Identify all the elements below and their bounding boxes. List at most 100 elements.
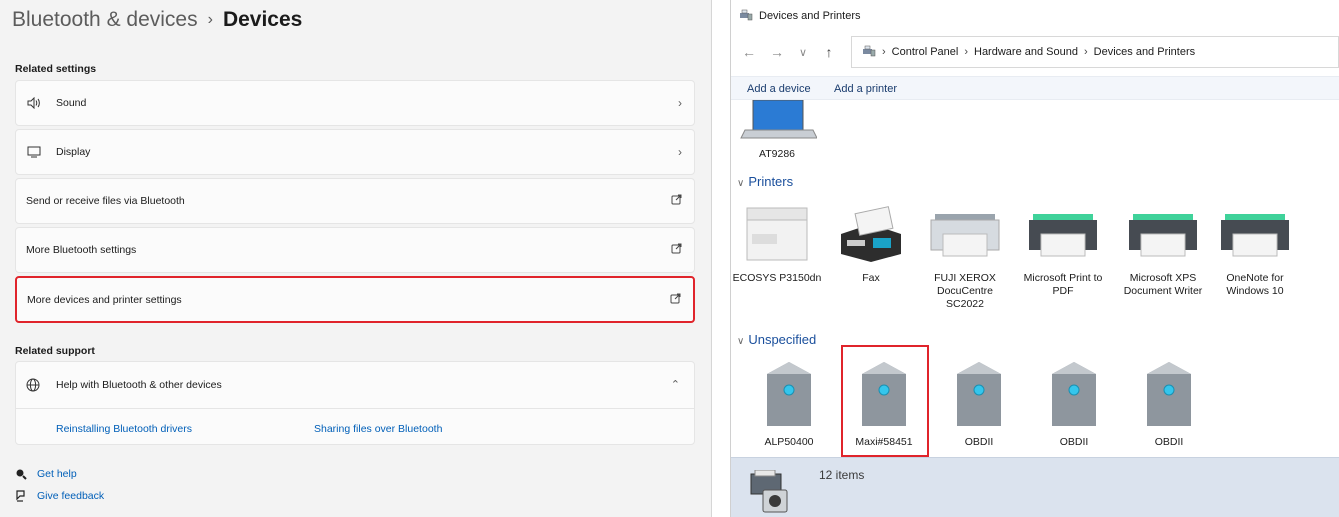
laser-printer-icon — [737, 200, 817, 264]
recent-locations-button[interactable]: ∨ — [791, 46, 815, 59]
window-title: Devices and Printers — [759, 10, 861, 22]
breadcrumb: Bluetooth & devices › Devices — [12, 8, 302, 32]
printer-label: Fax — [862, 272, 880, 284]
laptop-icon — [737, 100, 817, 140]
printer-icon — [1215, 200, 1295, 264]
printer-item[interactable]: OneNote for Windows 10 — [1209, 200, 1301, 298]
settings-panel: Bluetooth & devices › Devices Related sett… — [0, 0, 712, 517]
printer-label: OneNote for Windows 10 — [1226, 272, 1284, 297]
send-receive-bluetooth-setting[interactable]: Send or receive files via Bluetooth — [15, 178, 695, 224]
title-bar: Devices and Printers — [731, 0, 1339, 32]
printer-item[interactable]: FUJI XEROX DocuCentre SC2022 — [919, 200, 1011, 311]
printer-item[interactable]: Microsoft Print to PDF — [1013, 200, 1113, 298]
devices-printers-icon — [739, 9, 753, 24]
breadcrumb-parent[interactable]: Bluetooth & devices — [12, 8, 198, 31]
printer-label: Microsoft XPS Document Writer — [1123, 272, 1203, 297]
unspecified-group-header[interactable]: ∨ Unspecified — [737, 332, 816, 347]
printer-icon — [925, 200, 1005, 264]
chevron-up-icon[interactable]: ⌃ — [671, 378, 680, 391]
forward-button[interactable]: → — [765, 44, 789, 60]
sound-setting[interactable]: Sound › — [15, 80, 695, 126]
printers-heading: Printers — [748, 174, 794, 189]
device-label: AT9286 — [759, 148, 795, 160]
control-panel-icon — [862, 45, 876, 60]
chevron-right-icon: › — [678, 145, 682, 159]
get-help-label: Get help — [37, 468, 77, 480]
related-settings-heading: Related settings — [15, 63, 97, 75]
add-printer-button[interactable]: Add a printer — [834, 83, 897, 95]
devices-printers-window: Devices and Printers ← → ∨ ↑ › Control P… — [730, 0, 1339, 517]
device-label: OBDII — [964, 436, 994, 448]
generic-device-icon — [1129, 360, 1209, 428]
printer-icon — [1023, 200, 1103, 264]
reinstalling-drivers-link[interactable]: Reinstalling Bluetooth drivers — [56, 423, 192, 435]
address-separator: › — [964, 46, 968, 58]
sound-label: Sound — [56, 97, 87, 109]
camera-printer-icon — [747, 469, 791, 517]
help-person-icon — [15, 468, 31, 480]
device-label: ALP50400 — [764, 436, 814, 448]
address-separator: › — [882, 46, 886, 58]
unspecified-device-item[interactable]: ALP50400 — [743, 360, 835, 449]
generic-device-icon — [1034, 360, 1114, 428]
unspecified-heading: Unspecified — [748, 332, 817, 347]
feedback-icon — [15, 490, 31, 502]
external-link-icon — [671, 243, 682, 257]
help-bluetooth-expander: Help with Bluetooth & other devices ⌃ Re… — [15, 361, 695, 445]
help-bluetooth-header[interactable]: Help with Bluetooth & other devices ⌃ — [16, 362, 694, 409]
up-button[interactable]: ↑ — [817, 44, 841, 60]
more-devices-printer-label: More devices and printer settings — [27, 293, 182, 306]
address-devices-printers[interactable]: Devices and Printers — [1094, 46, 1196, 58]
device-label: OBDII — [1059, 436, 1089, 448]
back-button[interactable]: ← — [737, 44, 761, 60]
globe-icon — [26, 378, 42, 392]
printer-item[interactable]: Microsoft XPS Document Writer — [1113, 200, 1213, 298]
fax-icon — [831, 200, 911, 264]
display-setting[interactable]: Display › — [15, 129, 695, 175]
printer-item[interactable]: Fax — [825, 200, 917, 285]
address-separator: › — [1083, 46, 1088, 58]
navigation-bar: ← → ∨ ↑ › Control Panel › Hardware and S… — [731, 32, 1339, 72]
send-receive-label: Send or receive files via Bluetooth — [26, 195, 185, 207]
give-feedback-label: Give feedback — [37, 490, 105, 502]
external-link-icon — [670, 293, 681, 307]
get-help-link[interactable]: Get help — [15, 468, 77, 480]
more-bluetooth-setting[interactable]: More Bluetooth settings — [15, 227, 695, 273]
give-feedback-link[interactable]: Give feedback — [15, 490, 104, 502]
address-hardware-sound[interactable]: Hardware and Sound — [974, 46, 1078, 58]
printer-label: FUJI XEROX DocuCentre SC2022 — [934, 272, 996, 310]
address-bar[interactable]: › Control Panel › Hardware and Sound › D… — [851, 36, 1339, 68]
device-label: OBDII — [1154, 436, 1184, 448]
item-count: 12 items — [819, 468, 865, 482]
status-bar: 12 items — [731, 457, 1339, 517]
page-title: Devices — [222, 8, 303, 31]
chevron-right-icon: › — [678, 96, 682, 110]
address-control-panel[interactable]: Control Panel — [892, 46, 959, 58]
printer-label: Microsoft Print to PDF — [1023, 272, 1103, 297]
unspecified-device-item[interactable]: OBDII — [933, 360, 1025, 449]
more-bluetooth-label: More Bluetooth settings — [26, 244, 137, 256]
printer-icon — [1123, 200, 1203, 264]
breadcrumb-separator: › — [207, 11, 213, 28]
external-link-icon — [671, 194, 682, 208]
printer-item[interactable]: ECOSYS P3150dn — [731, 200, 823, 285]
unspecified-device-item[interactable]: OBDII — [1028, 360, 1120, 449]
device-item[interactable]: AT9286 — [731, 100, 823, 161]
related-support-heading: Related support — [15, 345, 95, 357]
speaker-icon — [26, 97, 42, 109]
chevron-down-icon: ∨ — [737, 178, 745, 189]
sharing-files-link[interactable]: Sharing files over Bluetooth — [314, 423, 442, 435]
add-device-button[interactable]: Add a device — [747, 83, 811, 95]
generic-device-icon — [939, 360, 1019, 428]
monitor-icon — [26, 146, 42, 158]
help-bluetooth-label: Help with Bluetooth & other devices — [56, 379, 222, 391]
command-bar: Add a device Add a printer — [731, 76, 1339, 100]
selection-highlight — [841, 345, 929, 457]
printer-label: ECOSYS P3150dn — [732, 272, 822, 284]
unspecified-device-item[interactable]: OBDII — [1123, 360, 1215, 449]
display-label: Display — [56, 146, 91, 158]
generic-device-icon — [749, 360, 829, 428]
printers-group-header[interactable]: ∨ Printers — [737, 174, 793, 189]
chevron-down-icon: ∨ — [737, 336, 745, 347]
more-devices-printer-setting[interactable]: More devices and printer settings — [15, 276, 695, 323]
